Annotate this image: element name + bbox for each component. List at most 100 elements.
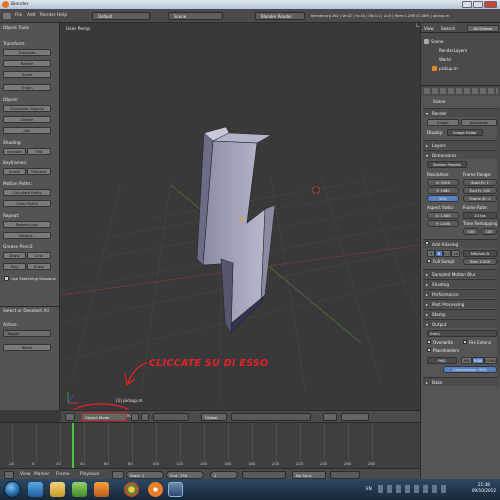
smooth-button[interactable]: Smooth — [3, 148, 26, 155]
frame-step-field[interactable]: Frame St: 1 — [463, 195, 497, 202]
frame-rate-selector[interactable]: 24 fps — [463, 212, 497, 219]
ie-icon[interactable] — [28, 482, 43, 497]
layer-buttons[interactable] — [231, 413, 311, 421]
flat-button[interactable]: Flat — [27, 148, 51, 155]
translate-button[interactable]: Translate — [3, 49, 51, 56]
menu-marker[interactable]: Marker — [34, 472, 49, 477]
sampled-motion-blur-section[interactable]: Sampled Motion Blur — [423, 269, 499, 279]
editor-type-icon[interactable] — [65, 413, 75, 421]
context-tabs[interactable] — [424, 88, 498, 94]
resolution-y-field[interactable]: Y: 1080 — [427, 187, 459, 194]
resolution-x-field[interactable]: X: 1920 — [427, 179, 459, 186]
taskbar-window-blender[interactable] — [168, 482, 183, 497]
time-remap-old-field[interactable]: 100 — [463, 228, 479, 235]
menu-playback[interactable]: Playback — [80, 472, 100, 477]
minimize-button[interactable] — [462, 1, 472, 8]
poly-button[interactable]: Poly — [3, 263, 26, 270]
color-mode-rgb[interactable]: RGB — [472, 357, 484, 364]
aspect-x-field[interactable]: X: 1.000 — [427, 212, 459, 219]
file-extensions-checkbox[interactable] — [463, 340, 467, 344]
outliner-view-menu[interactable]: View — [424, 26, 434, 31]
dimensions-section[interactable]: Dimensions — [423, 150, 499, 160]
output-path-field[interactable]: /tmp\ — [427, 330, 497, 337]
menu-view[interactable]: View — [20, 472, 30, 477]
input-language-indicator[interactable]: EN — [366, 486, 372, 491]
display-mode-selector[interactable]: All Scenes — [467, 24, 499, 32]
action-select[interactable]: Toggle — [3, 330, 51, 337]
time-remap-new-field[interactable]: 100 — [481, 228, 497, 235]
shading-section[interactable]: Shading — [423, 279, 499, 289]
playback-controls[interactable] — [242, 470, 286, 479]
end-frame-field[interactable]: End: 250 — [166, 470, 204, 479]
editor-type-icon[interactable] — [4, 470, 14, 479]
end-frame-field[interactable]: End Fr: 250 — [463, 187, 497, 194]
current-frame-marker[interactable] — [72, 423, 74, 469]
anti-aliasing-section[interactable]: Anti-Aliasing — [423, 239, 499, 249]
origin-button[interactable]: Origin — [3, 84, 51, 91]
placeholders-checkbox[interactable] — [427, 348, 431, 352]
menu-add[interactable]: Add — [27, 13, 36, 18]
file-format-selector[interactable]: PNG — [427, 357, 457, 364]
outliner-item-world[interactable]: World — [439, 57, 451, 62]
media-player-icon[interactable] — [72, 482, 87, 497]
pivot-icon[interactable] — [141, 413, 149, 421]
explorer-icon[interactable] — [50, 482, 65, 497]
anti-aliasing-checkbox[interactable] — [425, 241, 429, 245]
aa-samples-8[interactable]: 8 — [435, 250, 443, 257]
menu-help[interactable]: Help — [57, 13, 67, 18]
stamp-section[interactable]: Stamp — [423, 309, 499, 319]
render-presets-selector[interactable]: Render Presets — [427, 161, 467, 168]
display-selector[interactable]: Image Editor — [447, 129, 483, 136]
chrome-icon[interactable] — [124, 482, 139, 497]
scale-button[interactable]: Scale — [3, 71, 51, 78]
sync-selector[interactable]: No Sync — [292, 470, 326, 479]
aa-samples-5[interactable]: 5 — [427, 250, 435, 257]
timeline[interactable]: -20 0 20 40 60 80 100 120 140 160 180 200 220 240 260 2… — [0, 422, 420, 469]
compression-slider[interactable]: Compression: 90% — [443, 366, 497, 373]
start-button[interactable] — [4, 481, 21, 498]
render-section[interactable]: Render — [423, 108, 499, 118]
aa-filter-selector[interactable]: Mitchell-N — [463, 250, 497, 257]
tray-icons[interactable] — [378, 485, 448, 493]
color-mode-rgba[interactable]: RGBA — [484, 357, 497, 364]
maximize-button[interactable] — [473, 1, 483, 8]
layers-section[interactable]: Layers — [423, 140, 499, 150]
color-mode-bw[interactable]: BW — [461, 357, 472, 364]
start-frame-field[interactable]: Start Fr: 1 — [463, 179, 497, 186]
editor-type-icon[interactable] — [3, 13, 11, 19]
draw-button[interactable]: Draw — [3, 252, 26, 259]
output-section[interactable]: Output — [423, 319, 499, 329]
outliner-item-scene[interactable]: Scene — [431, 39, 443, 44]
screen-layout-selector[interactable]: Default — [92, 12, 150, 20]
render-preview-icons[interactable] — [341, 413, 369, 421]
bake-section[interactable]: Bake — [423, 377, 499, 387]
use-sketching-checkbox[interactable] — [4, 276, 9, 281]
aa-samples-16[interactable]: 16 — [451, 250, 460, 257]
menu-render[interactable]: Render — [40, 13, 56, 18]
keying-icons[interactable] — [330, 470, 360, 479]
blender-icon[interactable] — [148, 482, 163, 497]
repeat-last-button[interactable]: Repeat Last — [3, 221, 51, 228]
manipulator-icons[interactable] — [153, 413, 189, 421]
mode-selector[interactable]: Object Mode — [81, 413, 127, 421]
history-button[interactable]: History... — [3, 232, 51, 239]
snap-icon[interactable] — [323, 413, 337, 421]
outliner-item-renderlayers[interactable]: RenderLayers — [439, 48, 467, 53]
performance-section[interactable]: Performance — [423, 289, 499, 299]
outliner-search-menu[interactable]: Search — [441, 26, 455, 31]
record-icon[interactable] — [112, 470, 124, 479]
3d-viewport[interactable]: User Persp (1) pickup.m CLICCATE SU DI E… — [61, 23, 420, 410]
remove-keyframe-button[interactable]: Remove — [27, 168, 51, 175]
reset-button[interactable]: Reset — [3, 344, 51, 351]
orientation-selector[interactable]: Global — [201, 413, 227, 421]
outliner-item-pickup[interactable]: pickup.m — [439, 66, 458, 71]
duplicate-objects-button[interactable]: Duplicate Objects — [3, 105, 51, 112]
aa-size-field[interactable]: Size: 1.000 — [463, 258, 497, 265]
menu-file[interactable]: File — [15, 13, 22, 18]
current-frame-field[interactable]: 1 — [210, 470, 238, 479]
render-animation-button[interactable]: Animation — [461, 119, 497, 126]
calculate-paths-button[interactable]: Calculate Paths — [3, 189, 51, 196]
scene-selector[interactable]: Scene — [168, 12, 223, 20]
insert-keyframe-button[interactable]: Insert — [3, 168, 26, 175]
join-button[interactable]: Join — [3, 127, 51, 134]
